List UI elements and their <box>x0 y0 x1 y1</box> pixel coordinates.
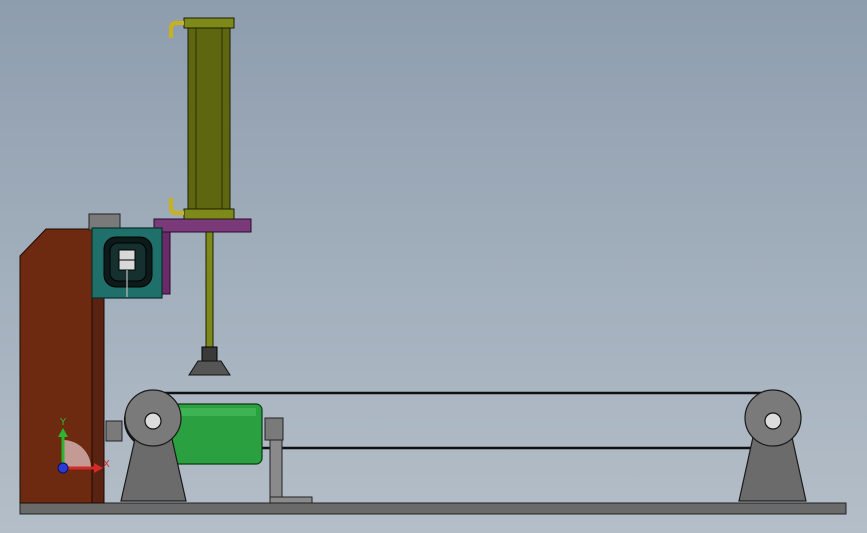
y-axis-label: Y <box>59 417 67 428</box>
piston-rod <box>205 231 214 348</box>
middle-support-leg <box>269 439 283 502</box>
upper-hose <box>169 21 184 38</box>
suction-cup <box>188 360 231 376</box>
cylinder-mount-plate <box>153 218 252 233</box>
base-plate <box>19 502 847 515</box>
lower-hose <box>169 198 184 215</box>
middle-shaft-bracket <box>264 417 284 441</box>
z-axis-dot <box>57 462 69 474</box>
cylinder-barrel <box>187 27 231 210</box>
assembly-drawing: Y X <box>19 17 847 515</box>
left-pulley-hub <box>144 412 162 430</box>
drive-roller-highlight <box>172 408 256 416</box>
cylinder-bottom-cap <box>183 208 235 220</box>
cylinder-top-cap <box>183 17 235 29</box>
cad-viewport[interactable]: Y X <box>0 0 867 533</box>
middle-support-foot <box>269 496 313 504</box>
x-axis-label: X <box>103 459 110 470</box>
left-shaft-bracket <box>105 420 123 442</box>
right-pulley-hub <box>764 412 782 430</box>
rod-coupling <box>201 346 218 362</box>
